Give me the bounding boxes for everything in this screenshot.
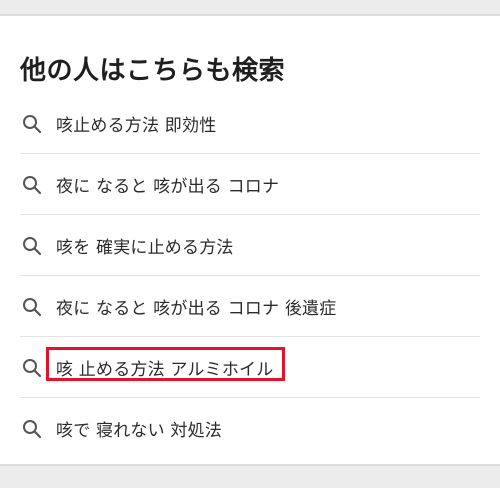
related-search-label: 夜に なると 咳が出る コロナ <box>56 177 280 197</box>
search-icon <box>23 176 42 195</box>
related-searches-list: 咳止める方法 即効性 夜に なると 咳が出る コロナ 咳を 確実に止める方法 夜… <box>0 93 500 459</box>
bottom-divider <box>0 464 500 488</box>
related-search-item-highlighted[interactable]: 咳 止める方法 アルミホイル <box>0 337 500 398</box>
related-search-label: 咳を 確実に止める方法 <box>56 238 234 258</box>
related-search-item[interactable]: 夜に なると 咳が出る コロナ 後遺症 <box>0 276 500 337</box>
search-icon <box>23 298 42 317</box>
search-icon <box>23 237 42 256</box>
related-searches-card: 他の人はこちらも検索 咳止める方法 即効性 夜に なると 咳が出る コロナ 咳を… <box>0 20 500 464</box>
related-search-item[interactable]: 咳で 寝れない 対処法 <box>0 398 500 459</box>
related-search-label: 咳止める方法 即効性 <box>56 116 217 136</box>
search-icon <box>23 420 42 439</box>
related-search-label: 咳で 寝れない 対処法 <box>56 421 223 441</box>
related-search-item[interactable]: 咳止める方法 即効性 <box>0 93 500 154</box>
search-icon <box>23 115 42 134</box>
section-title: 他の人はこちらも検索 <box>20 56 286 86</box>
related-search-label: 咳 止める方法 アルミホイル <box>56 360 274 380</box>
related-search-label: 夜に なると 咳が出る コロナ 後遺症 <box>56 299 337 319</box>
related-search-item[interactable]: 咳を 確実に止める方法 <box>0 215 500 276</box>
top-divider <box>0 0 500 16</box>
related-search-item[interactable]: 夜に なると 咳が出る コロナ <box>0 154 500 215</box>
search-icon <box>23 359 42 378</box>
search-results-page: 他の人はこちらも検索 咳止める方法 即効性 夜に なると 咳が出る コロナ 咳を… <box>0 0 500 488</box>
